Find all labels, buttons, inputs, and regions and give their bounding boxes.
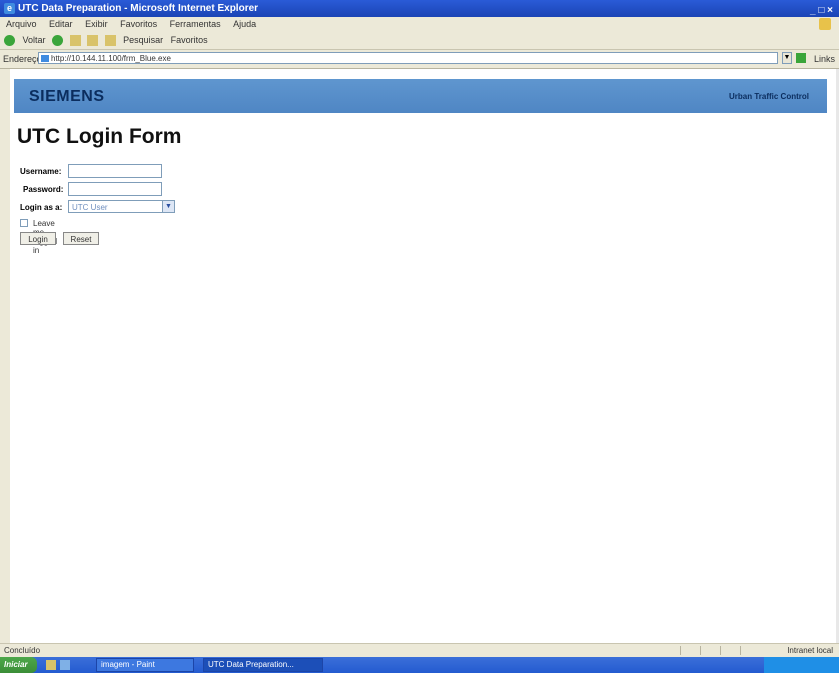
login-as-label: Login as a: bbox=[20, 203, 63, 212]
status-text: Concluído bbox=[4, 646, 41, 655]
quicklaunch-icon[interactable] bbox=[46, 660, 56, 670]
header-banner: SIEMENS Urban Traffic Control bbox=[14, 79, 827, 113]
menu-bar: Arquivo Editar Exibir Favoritos Ferramen… bbox=[0, 17, 839, 31]
status-divider bbox=[720, 646, 721, 655]
back-button[interactable]: Voltar bbox=[23, 31, 46, 49]
system-tray bbox=[764, 657, 839, 673]
stop-icon[interactable] bbox=[69, 35, 81, 47]
menu-exibir[interactable]: Exibir bbox=[85, 19, 108, 29]
keep-logged-checkbox[interactable] bbox=[20, 219, 28, 227]
favorites-button[interactable]: Favoritos bbox=[171, 31, 208, 49]
go-icon[interactable] bbox=[796, 53, 806, 63]
window-title: UTC Data Preparation - Microsoft Interne… bbox=[18, 3, 259, 14]
browser-toolbar: Voltar Pesquisar Favoritos bbox=[0, 31, 839, 50]
status-zone: Intranet local bbox=[787, 646, 833, 655]
status-bar: Concluído Intranet local bbox=[0, 643, 839, 657]
siemens-logo: SIEMENS bbox=[29, 88, 105, 105]
chevron-down-icon[interactable]: ▼ bbox=[162, 201, 174, 212]
back-icon[interactable] bbox=[4, 35, 15, 47]
taskbar-item-paint[interactable]: imagem - Paint bbox=[96, 658, 194, 672]
start-button[interactable]: Iniciar bbox=[0, 657, 37, 673]
password-input[interactable] bbox=[68, 182, 162, 196]
address-label: Endereço bbox=[3, 54, 42, 64]
menu-ferramentas[interactable]: Ferramentas bbox=[170, 19, 221, 29]
menu-arquivo[interactable]: Arquivo bbox=[6, 19, 37, 29]
quicklaunch-icon[interactable] bbox=[60, 660, 70, 670]
reset-button[interactable]: Reset bbox=[63, 232, 99, 245]
taskbar: Iniciar imagem - Paint UTC Data Preparat… bbox=[0, 657, 839, 673]
address-input[interactable]: http://10.144.11.100/frm_Blue.exe bbox=[38, 52, 778, 64]
ie-icon: e bbox=[4, 3, 15, 14]
links-label[interactable]: Links bbox=[814, 50, 835, 68]
windows-logo-icon bbox=[819, 18, 831, 30]
status-divider bbox=[680, 646, 681, 655]
login-as-select[interactable]: UTC User ▼ bbox=[68, 200, 175, 213]
home-icon[interactable] bbox=[104, 35, 116, 47]
menu-ajuda[interactable]: Ajuda bbox=[233, 19, 256, 29]
taskbar-item-ie[interactable]: UTC Data Preparation... bbox=[203, 658, 323, 672]
page-title: UTC Login Form bbox=[17, 125, 182, 148]
menu-editar[interactable]: Editar bbox=[49, 19, 73, 29]
page-viewport: SIEMENS Urban Traffic Control UTC Login … bbox=[10, 69, 839, 643]
username-input[interactable] bbox=[68, 164, 162, 178]
address-dropdown-icon[interactable]: ▼ bbox=[782, 52, 792, 64]
password-label: Password: bbox=[23, 185, 64, 194]
forward-icon[interactable] bbox=[52, 35, 64, 47]
menu-favoritos[interactable]: Favoritos bbox=[120, 19, 157, 29]
username-label: Username: bbox=[20, 167, 62, 176]
title-bar: e UTC Data Preparation - Microsoft Inter… bbox=[0, 0, 839, 17]
status-divider bbox=[740, 646, 741, 655]
login-button[interactable]: Login bbox=[20, 232, 56, 245]
address-bar: Endereço http://10.144.11.100/frm_Blue.e… bbox=[0, 50, 839, 69]
login-as-value: UTC User bbox=[72, 203, 108, 212]
banner-subtitle: Urban Traffic Control bbox=[728, 92, 809, 101]
refresh-icon[interactable] bbox=[87, 35, 99, 47]
status-divider bbox=[700, 646, 701, 655]
search-button[interactable]: Pesquisar bbox=[123, 31, 163, 49]
